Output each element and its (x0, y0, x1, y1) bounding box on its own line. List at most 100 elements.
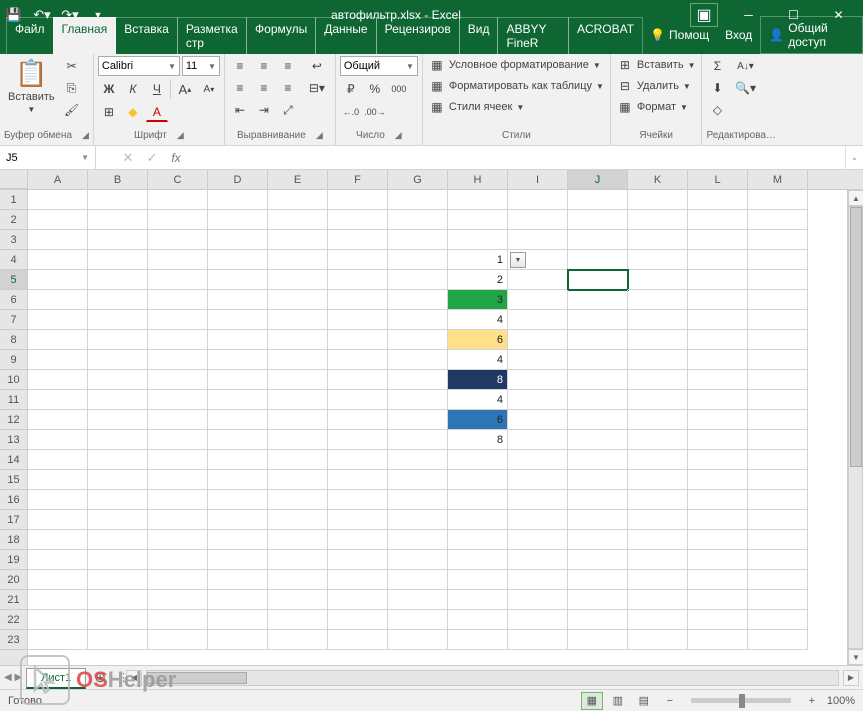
cell[interactable] (508, 230, 568, 250)
row-header[interactable]: 1 (0, 190, 27, 210)
cell[interactable]: 4 (448, 350, 508, 370)
cell[interactable] (208, 610, 268, 630)
cell[interactable] (688, 450, 748, 470)
cell[interactable] (568, 490, 628, 510)
cell[interactable] (388, 270, 448, 290)
cell[interactable]: 1 (448, 250, 508, 270)
cell[interactable] (568, 570, 628, 590)
cell[interactable] (388, 610, 448, 630)
cell[interactable] (268, 370, 328, 390)
cell[interactable] (388, 290, 448, 310)
cell[interactable] (688, 370, 748, 390)
cell[interactable] (388, 210, 448, 230)
cell[interactable] (88, 350, 148, 370)
cell[interactable] (328, 290, 388, 310)
cell[interactable] (688, 230, 748, 250)
cell[interactable] (208, 350, 268, 370)
increase-indent-button[interactable]: ⇥ (253, 100, 275, 120)
copy-button[interactable]: ⎘ (61, 78, 83, 98)
view-page-layout-button[interactable]: ▥ (607, 692, 629, 710)
row-header[interactable]: 9 (0, 350, 27, 370)
fill-button[interactable]: ⬇ (706, 78, 728, 98)
cell[interactable] (508, 490, 568, 510)
cell[interactable] (28, 530, 88, 550)
column-header[interactable]: J (568, 170, 628, 189)
cell[interactable] (208, 430, 268, 450)
cell[interactable] (568, 590, 628, 610)
cell[interactable] (628, 310, 688, 330)
cell[interactable] (688, 430, 748, 450)
cell[interactable] (508, 510, 568, 530)
cell[interactable] (268, 610, 328, 630)
cell[interactable] (448, 470, 508, 490)
cell[interactable] (688, 270, 748, 290)
cell[interactable] (268, 450, 328, 470)
cell[interactable] (88, 470, 148, 490)
cell[interactable] (88, 530, 148, 550)
cell[interactable] (28, 250, 88, 270)
cell[interactable] (748, 510, 808, 530)
column-header[interactable]: L (688, 170, 748, 189)
cell[interactable] (748, 430, 808, 450)
cell[interactable] (688, 470, 748, 490)
format-cells-button[interactable]: ▦Формат▼ (615, 98, 690, 116)
cell[interactable] (388, 190, 448, 210)
cell[interactable] (328, 330, 388, 350)
cell[interactable] (28, 470, 88, 490)
cell[interactable]: 8 (448, 370, 508, 390)
horizontal-scrollbar[interactable]: ◀ ▶ (122, 666, 863, 689)
dialog-launcher-icon[interactable]: ◢ (395, 130, 402, 141)
orientation-button[interactable]: ⤢ (277, 100, 299, 120)
name-box[interactable]: J5▼ (0, 146, 96, 169)
cell[interactable] (208, 590, 268, 610)
cell[interactable] (148, 430, 208, 450)
cell[interactable] (328, 390, 388, 410)
cell[interactable] (568, 370, 628, 390)
row-header[interactable]: 7 (0, 310, 27, 330)
insert-cells-button[interactable]: ⊞Вставить▼ (615, 56, 698, 74)
cell[interactable] (748, 190, 808, 210)
cell[interactable] (148, 570, 208, 590)
cell[interactable] (28, 490, 88, 510)
cell[interactable] (448, 530, 508, 550)
row-header[interactable]: 17 (0, 510, 27, 530)
cell[interactable] (88, 190, 148, 210)
cell[interactable] (388, 530, 448, 550)
cell[interactable] (28, 370, 88, 390)
cell[interactable] (88, 210, 148, 230)
cell[interactable] (628, 390, 688, 410)
cell[interactable] (208, 210, 268, 230)
cell[interactable] (568, 250, 628, 270)
cell[interactable] (148, 190, 208, 210)
cell[interactable] (208, 630, 268, 650)
cell[interactable] (268, 290, 328, 310)
cell[interactable] (328, 530, 388, 550)
column-header[interactable]: K (628, 170, 688, 189)
cell[interactable] (208, 370, 268, 390)
cell[interactable] (28, 390, 88, 410)
cell[interactable] (688, 310, 748, 330)
cell[interactable] (388, 330, 448, 350)
row-header[interactable]: 5 (0, 270, 27, 290)
cell[interactable] (508, 610, 568, 630)
cell[interactable] (748, 350, 808, 370)
cell[interactable] (148, 530, 208, 550)
cell[interactable] (88, 510, 148, 530)
cell[interactable] (688, 250, 748, 270)
row-header[interactable]: 6 (0, 290, 27, 310)
cell[interactable] (388, 590, 448, 610)
cell[interactable] (148, 270, 208, 290)
column-header[interactable]: H (448, 170, 508, 189)
row-header[interactable]: 13 (0, 430, 27, 450)
cell[interactable] (628, 350, 688, 370)
cell[interactable] (328, 190, 388, 210)
comma-style-button[interactable]: 000 (388, 79, 410, 99)
cell[interactable] (208, 330, 268, 350)
cell[interactable] (388, 470, 448, 490)
cell[interactable] (748, 550, 808, 570)
cell[interactable] (508, 530, 568, 550)
tab-рецензиров[interactable]: Рецензиров (376, 17, 460, 54)
cell[interactable] (568, 290, 628, 310)
cell[interactable] (688, 490, 748, 510)
cell[interactable] (148, 410, 208, 430)
